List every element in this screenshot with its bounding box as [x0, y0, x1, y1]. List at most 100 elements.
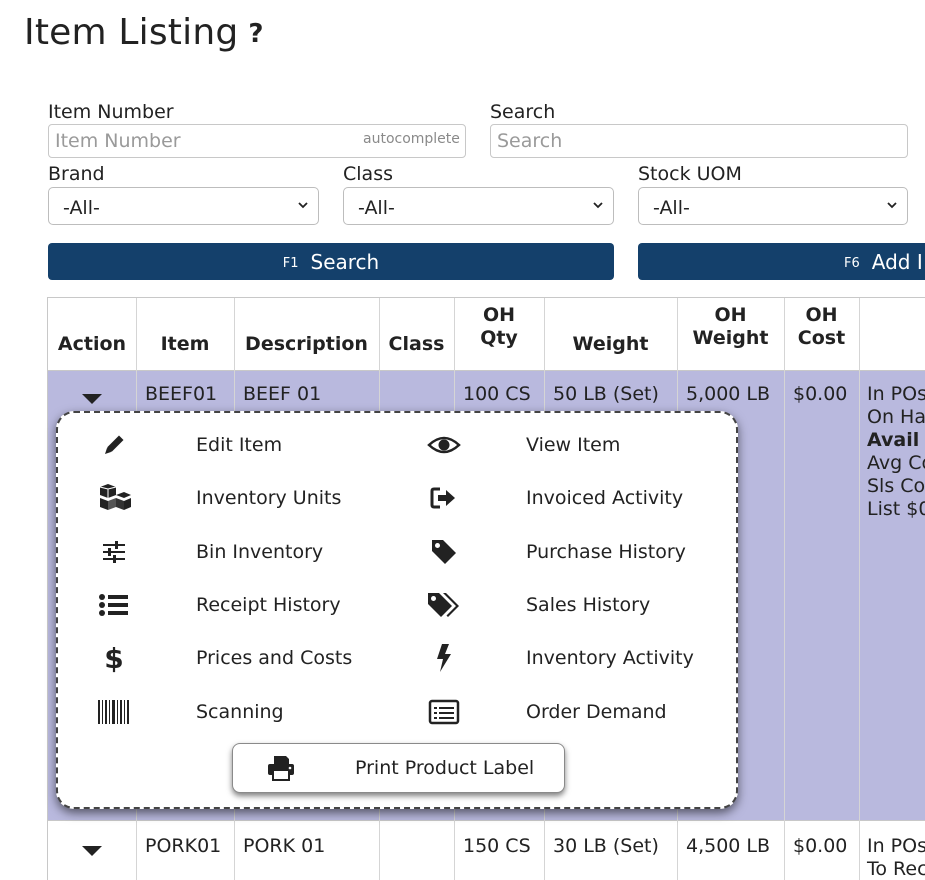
note-line: On Ha — [867, 406, 925, 428]
row-notes-cell: In POs On Ha Avail Avg Co Sls Co List $0 — [867, 383, 925, 521]
menu-prices-and-costs[interactable]: $ Prices and Costs — [96, 638, 396, 678]
class-select[interactable]: -All- — [343, 187, 614, 225]
menu-label: Sales History — [526, 594, 651, 616]
row-divider — [48, 820, 925, 821]
header-oh-cost-line2: Cost — [797, 327, 846, 349]
eye-icon — [426, 427, 462, 463]
search-input[interactable] — [490, 124, 908, 158]
menu-view-item[interactable]: View Item — [426, 425, 726, 465]
header-oh-qty-line1: OH — [482, 304, 516, 326]
menu-label: View Item — [526, 434, 621, 456]
menu-label: Bin Inventory — [196, 541, 324, 563]
row-weight-cell: 50 LB (Set) — [553, 383, 659, 405]
menu-invoiced-activity[interactable]: Invoiced Activity — [426, 478, 726, 518]
header-description[interactable]: Description — [234, 298, 379, 370]
tag-icon — [426, 534, 462, 570]
row-oh-cost-cell: $0.00 — [793, 383, 848, 405]
row-description-cell: PORK 01 — [243, 835, 326, 857]
add-button-label: Add I — [871, 249, 923, 274]
row-notes-cell: In POs To Rec — [867, 835, 925, 880]
brand-label: Brand — [48, 163, 105, 185]
menu-label: Invoiced Activity — [526, 487, 684, 509]
header-oh-qty-line2: Qty — [480, 327, 518, 349]
row-oh-weight-cell: 5,000 LB — [686, 383, 771, 405]
list-icon — [96, 587, 132, 623]
header-oh-weight-line1: OH — [714, 304, 747, 326]
note-line: Sls Co — [867, 475, 925, 497]
row-oh-weight-cell: 4,500 LB — [686, 835, 771, 857]
row-divider — [48, 370, 925, 371]
menu-label: Prices and Costs — [196, 647, 353, 669]
header-oh-weight-line2: Weight — [692, 327, 769, 349]
menu-label: Order Demand — [526, 701, 667, 723]
search-label: Search — [490, 101, 556, 123]
menu-purchase-history[interactable]: Purchase History — [426, 532, 726, 572]
search-button-key: F1 — [282, 256, 299, 271]
brand-select-value: -All- — [63, 197, 100, 219]
note-line: In POs — [867, 383, 925, 405]
bolt-icon — [426, 640, 462, 676]
row-action-caret-icon[interactable] — [82, 846, 102, 856]
menu-order-demand[interactable]: Order Demand — [426, 692, 726, 732]
class-select-value: -All- — [358, 197, 395, 219]
header-oh-cost-line1: OH — [805, 304, 838, 326]
header-action[interactable]: Action — [48, 298, 136, 370]
header-item[interactable]: Item — [136, 298, 234, 370]
menu-scanning[interactable]: Scanning — [96, 692, 396, 732]
menu-label: Inventory Units — [196, 487, 342, 509]
column-divider — [859, 298, 860, 880]
menu-label: Edit Item — [196, 434, 283, 456]
row-oh-qty-cell: 150 CS — [463, 835, 531, 857]
sign-out-icon — [426, 480, 462, 516]
stock-uom-select[interactable]: -All- — [638, 187, 908, 225]
row-oh-qty-cell: 100 CS — [463, 383, 531, 405]
menu-inventory-activity[interactable]: Inventory Activity — [426, 638, 726, 678]
chevron-down-icon — [298, 202, 308, 209]
print-icon — [263, 750, 299, 786]
header-oh-cost[interactable]: OH Cost — [784, 298, 859, 370]
print-product-label-text: Print Product Label — [355, 757, 535, 779]
header-class[interactable]: Class — [379, 298, 454, 370]
menu-edit-item[interactable]: Edit Item — [96, 425, 396, 465]
brand-select[interactable]: -All- — [48, 187, 319, 225]
header-oh-weight[interactable]: OH Weight — [677, 298, 784, 370]
row-description-cell: BEEF 01 — [243, 383, 322, 405]
search-button[interactable]: F1 Search — [48, 243, 614, 280]
stock-uom-label: Stock UOM — [638, 163, 742, 185]
row-item-cell: BEEF01 — [145, 383, 218, 405]
add-item-button[interactable]: F6 Add I — [638, 243, 925, 280]
print-product-label-button[interactable]: Print Product Label — [232, 743, 565, 793]
menu-label: Purchase History — [526, 541, 686, 563]
stock-uom-select-value: -All- — [653, 197, 690, 219]
note-line: Avg Co — [867, 452, 925, 474]
row-weight-cell: 30 LB (Set) — [553, 835, 659, 857]
page-title: Item Listing? — [24, 12, 264, 53]
dollar-icon: $ — [104, 641, 124, 675]
barcode-icon — [96, 694, 132, 730]
menu-label: Inventory Activity — [526, 647, 694, 669]
header-oh-qty[interactable]: OH Qty — [454, 298, 544, 370]
menu-inventory-units[interactable]: Inventory Units — [96, 478, 396, 518]
note-line: Avail — [867, 429, 920, 451]
chevron-down-icon — [887, 202, 897, 209]
add-button-key: F6 — [844, 256, 860, 271]
column-divider — [784, 298, 785, 880]
class-label: Class — [343, 163, 393, 185]
page-title-text: Item Listing — [24, 12, 239, 53]
row-item-cell: PORK01 — [145, 835, 222, 857]
list-alt-icon — [426, 694, 462, 730]
menu-sales-history[interactable]: Sales History — [426, 585, 726, 625]
autocomplete-hint: autocomplete — [363, 131, 460, 147]
menu-label: Scanning — [196, 701, 284, 723]
menu-bin-inventory[interactable]: Bin Inventory — [96, 532, 396, 572]
row-action-caret-icon[interactable] — [82, 394, 102, 404]
help-icon[interactable]: ? — [248, 19, 263, 49]
header-weight[interactable]: Weight — [544, 298, 677, 370]
pencil-icon — [96, 427, 132, 463]
tags-icon — [426, 587, 462, 623]
menu-receipt-history[interactable]: Receipt History — [96, 585, 396, 625]
menu-label: Receipt History — [196, 594, 341, 616]
note-line: List $0 — [867, 498, 925, 520]
chevron-down-icon — [593, 202, 603, 209]
note-line: To Rec — [867, 858, 925, 880]
